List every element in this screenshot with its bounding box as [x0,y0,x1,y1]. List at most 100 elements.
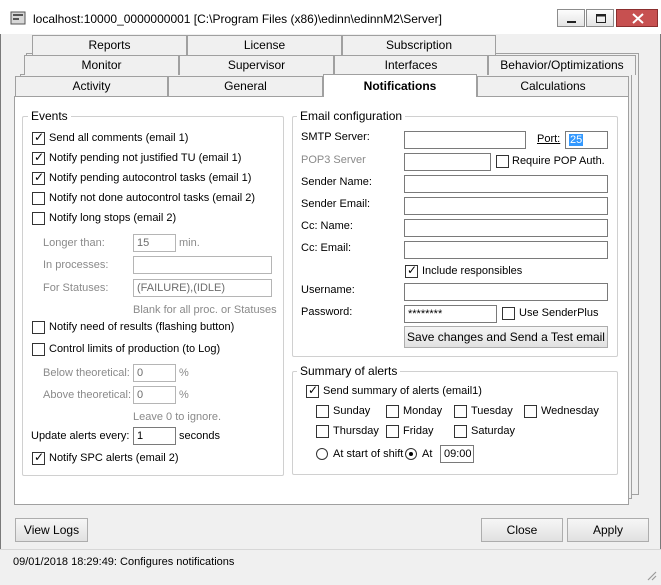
at-time-label: At [422,448,433,460]
below-theoretical-input[interactable]: 0 [133,364,176,382]
notify-not-justified-label: Notify pending not justified TU (email 1… [49,152,242,164]
cc-name-label: Cc: Name: [301,220,353,232]
below-theoretical-label: Below theoretical: [43,367,130,379]
sender-name-input[interactable] [404,175,608,193]
min-unit-label: min. [179,237,200,249]
notify-spc-label: Notify SPC alerts (email 2) [49,452,179,464]
above-percent-label: % [179,389,189,401]
send-summary-checkbox[interactable] [306,383,319,398]
close-icon [632,13,644,24]
sender-name-label: Sender Name: [301,176,372,188]
update-alerts-label: Update alerts every: [31,430,130,442]
saturday-checkbox[interactable] [454,425,467,438]
tab-notifications[interactable]: Notifications [323,74,477,97]
send-all-comments-checkbox[interactable] [32,130,45,145]
in-processes-label: In processes: [43,259,109,271]
view-logs-button[interactable]: View Logs [15,518,88,542]
tab-reports[interactable]: Reports [32,35,187,55]
tab-subscription[interactable]: Subscription [342,35,496,55]
tab-general[interactable]: General [168,76,323,96]
minimize-button[interactable] [557,9,585,27]
sunday-label: Sunday [333,405,371,417]
port-input[interactable]: 25 [565,131,608,149]
tuesday-checkbox[interactable] [454,405,467,418]
notify-autocontrol-label: Notify pending autocontrol tasks (email … [49,172,252,184]
blank-hint: Blank for all proc. or Statuses [133,304,277,316]
tab-activity[interactable]: Activity [15,76,168,96]
monday-checkbox[interactable] [386,405,399,418]
require-pop-auth-label: Require POP Auth. [512,155,605,167]
username-input[interactable] [404,283,608,301]
tab-supervisor[interactable]: Supervisor [179,55,334,75]
email-config-legend: Email configuration [297,109,406,123]
in-processes-input[interactable] [133,256,272,274]
pop3-server-label: POP3 Server [301,154,366,166]
maximize-button[interactable] [586,9,614,27]
below-percent-label: % [179,367,189,379]
cc-name-input[interactable] [404,219,608,237]
password-input[interactable]: ******** [404,305,497,323]
notify-not-done-checkbox[interactable] [32,192,45,205]
tab-calculations[interactable]: Calculations [477,76,629,96]
start-of-shift-radio[interactable] [316,448,328,460]
close-button[interactable]: Close [481,518,563,542]
minimize-icon [567,21,576,23]
for-statuses-label: For Statuses: [43,282,109,294]
tuesday-label: Tuesday [471,405,513,417]
thursday-checkbox[interactable] [316,425,329,438]
status-text: 09/01/2018 18:29:49: Configures notifica… [13,556,235,568]
at-time-radio[interactable] [405,448,417,460]
username-label: Username: [301,284,355,296]
friday-label: Friday [403,425,434,437]
wednesday-checkbox[interactable] [524,405,537,418]
thursday-label: Thursday [333,425,379,437]
notify-not-justified-checkbox[interactable] [32,150,45,165]
password-label: Password: [301,306,353,318]
tab-behavior-optimizations[interactable]: Behavior/Optimizations [488,55,636,75]
close-window-button[interactable] [616,9,658,27]
include-responsibles-label: Include responsibles [422,265,523,277]
events-legend: Events [28,109,71,123]
tab-license[interactable]: License [187,35,342,55]
for-statuses-input[interactable]: (FAILURE),(IDLE) [133,279,272,297]
port-value: 25 [569,134,584,146]
include-responsibles-checkbox[interactable] [405,263,418,278]
control-limits-label: Control limits of production (to Log) [49,343,221,355]
above-theoretical-label: Above theoretical: [43,389,132,401]
cc-email-label: Cc: Email: [301,242,352,254]
sunday-checkbox[interactable] [316,405,329,418]
monday-label: Monday [403,405,443,417]
pop3-server-input[interactable] [404,153,491,171]
seconds-label: seconds [179,430,220,442]
longer-than-input[interactable]: 15 [133,234,176,252]
notify-need-results-checkbox[interactable] [32,321,45,334]
notify-long-stops-label: Notify long stops (email 2) [49,212,177,224]
use-senderplus-label: Use SenderPlus [519,307,599,319]
tab-monitor[interactable]: Monitor [24,55,179,75]
sender-email-input[interactable] [404,197,608,215]
notify-not-done-label: Notify not done autocontrol tasks (email… [49,192,256,204]
notify-spc-checkbox[interactable] [32,450,45,465]
control-limits-checkbox[interactable] [32,343,45,356]
smtp-server-input[interactable] [404,131,526,149]
notify-long-stops-checkbox[interactable] [32,212,45,225]
maximize-icon [596,14,606,23]
resize-grip-icon[interactable] [645,569,657,581]
above-theoretical-input[interactable]: 0 [133,386,176,404]
saturday-label: Saturday [471,425,516,437]
notify-need-results-label: Notify need of results (flashing button) [49,321,235,333]
cc-email-input[interactable] [404,241,608,259]
save-and-test-button[interactable]: Save changes and Send a Test email [404,326,608,348]
friday-checkbox[interactable] [386,425,399,438]
longer-than-label: Longer than: [43,237,105,249]
update-alerts-input[interactable]: 1 [133,427,176,445]
require-pop-auth-checkbox[interactable] [496,155,509,168]
notify-autocontrol-checkbox[interactable] [32,170,45,185]
start-of-shift-label: At start of shift [333,448,404,460]
summary-alerts-legend: Summary of alerts [297,364,401,378]
use-senderplus-checkbox[interactable] [502,307,515,320]
tab-interfaces[interactable]: Interfaces [334,55,488,75]
apply-button[interactable]: Apply [567,518,649,542]
app-icon [10,11,26,25]
at-time-input[interactable]: 09:00 [440,445,474,463]
